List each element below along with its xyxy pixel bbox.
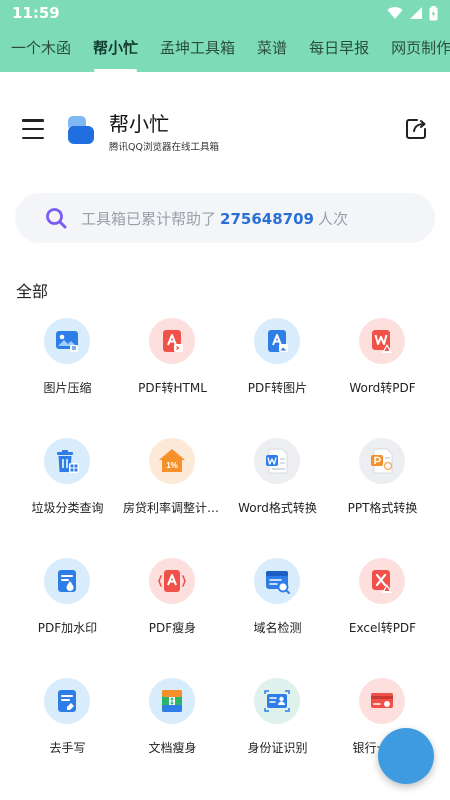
search-icon: [46, 208, 67, 229]
tool-pdf-watermark[interactable]: PDF加水印: [15, 558, 120, 678]
bank-card-ocr-icon: [371, 693, 393, 708]
tab-mengkun-toolbox[interactable]: 孟坤工具箱: [149, 26, 246, 72]
svg-text:1%: 1%: [166, 461, 178, 470]
tool-domain-check[interactable]: 域名检测: [225, 558, 330, 678]
search-placeholder: 工具箱已累计帮助了 275648709 人次: [81, 208, 348, 229]
image-compress-icon: [56, 331, 78, 352]
search-count: 275648709: [220, 209, 314, 228]
tool-label: Word转PDF: [349, 381, 416, 395]
word-format-icon: [266, 448, 288, 474]
tool-mortgage-rate[interactable]: 1% 房贷利率调整计算器: [120, 438, 225, 558]
search-prefix: 工具箱已累计帮助了: [81, 209, 217, 228]
tool-label: PDF瘦身: [148, 621, 197, 635]
tool-label: 文档瘦身: [148, 741, 197, 755]
doc-slim-icon: [162, 690, 182, 712]
signal-icon: [410, 7, 422, 19]
trash-sort-icon: [57, 450, 79, 473]
tool-id-card-ocr[interactable]: 身份证识别: [225, 678, 330, 798]
tool-label: Excel转PDF: [348, 621, 417, 635]
tab-recipes[interactable]: 菜谱: [246, 26, 298, 72]
tool-label: 房贷利率调整计算器: [123, 501, 225, 515]
tool-excel-to-pdf[interactable]: Excel转PDF: [330, 558, 435, 678]
pdf-to-html-icon: [163, 330, 183, 352]
floating-action-button[interactable]: [378, 728, 434, 784]
tool-pdf-to-html[interactable]: PDF转HTML: [120, 318, 225, 438]
domain-check-icon: [266, 571, 290, 594]
word-to-pdf-icon: [372, 330, 392, 353]
pdf-slim-icon: [158, 570, 186, 592]
search-suffix: 人次: [317, 209, 348, 228]
app-title: 帮小忙: [109, 112, 169, 136]
id-card-ocr-icon: [264, 690, 290, 712]
tab-bangxiaomang[interactable]: 帮小忙: [82, 26, 149, 72]
tool-label: Word格式转换: [238, 501, 317, 515]
mortgage-rate-icon: 1%: [159, 449, 185, 472]
tools-grid: 图片压缩 PDF转HTML PDF转图片 Word转PDF 垃圾分类查询 1% …: [15, 318, 435, 798]
tool-label: 身份证识别: [247, 741, 308, 755]
tool-label: PPT格式转换: [347, 501, 418, 515]
tool-image-compress[interactable]: 图片压缩: [15, 318, 120, 438]
app-subtitle: 腾讯QQ浏览器在线工具箱: [109, 142, 219, 153]
section-title-all: 全部: [16, 282, 49, 301]
excel-to-pdf-icon: [372, 570, 392, 593]
app-header: 帮小忙 腾讯QQ浏览器在线工具箱: [0, 100, 450, 160]
tab-web-making[interactable]: 网页制作: [380, 26, 450, 72]
top-tab-bar: 一个木函 帮小忙 孟坤工具箱 菜谱 每日早报 网页制作: [0, 26, 450, 72]
app-logo: [68, 116, 94, 144]
tool-trash-sort[interactable]: 垃圾分类查询: [15, 438, 120, 558]
status-icons: [387, 5, 438, 21]
status-time: 11:59: [12, 4, 60, 22]
tool-label: 垃圾分类查询: [31, 501, 104, 515]
tool-pdf-slim[interactable]: PDF瘦身: [120, 558, 225, 678]
tool-label: 域名检测: [253, 621, 302, 635]
remove-handwriting-icon: [58, 690, 76, 712]
tool-ppt-format[interactable]: PPT格式转换: [330, 438, 435, 558]
pdf-to-image-icon: [268, 330, 288, 352]
tab-daily-news[interactable]: 每日早报: [298, 26, 380, 72]
tool-remove-handwriting[interactable]: 去手写: [15, 678, 120, 798]
battery-icon: [429, 5, 438, 20]
pdf-watermark-icon: [58, 570, 76, 592]
search-box[interactable]: 工具箱已累计帮助了 275648709 人次: [15, 193, 435, 243]
tool-word-to-pdf[interactable]: Word转PDF: [330, 318, 435, 438]
tool-word-format[interactable]: Word格式转换: [225, 438, 330, 558]
menu-icon[interactable]: [22, 119, 44, 139]
tool-label: PDF加水印: [37, 621, 98, 635]
wifi-icon: [387, 7, 403, 20]
tool-label: PDF转HTML: [138, 381, 207, 395]
share-icon[interactable]: [404, 117, 428, 141]
tool-pdf-to-image[interactable]: PDF转图片: [225, 318, 330, 438]
tool-doc-slim[interactable]: 文档瘦身: [120, 678, 225, 798]
status-bar: 11:59: [0, 0, 450, 26]
tab-yigemuhan[interactable]: 一个木函: [0, 26, 82, 72]
ppt-format-icon: [371, 448, 393, 474]
tool-label: 去手写: [49, 741, 86, 755]
tool-label: 图片压缩: [43, 381, 92, 395]
tool-label: PDF转图片: [247, 381, 308, 395]
